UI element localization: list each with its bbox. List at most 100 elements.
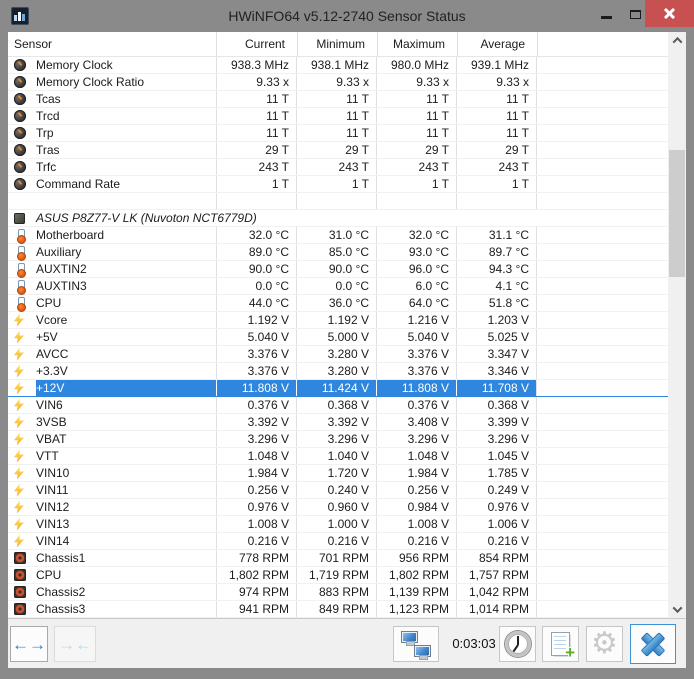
vertical-scrollbar[interactable]: [668, 32, 686, 618]
sensor-label: Trp: [36, 126, 54, 140]
sensor-label: Motherboard: [36, 228, 105, 242]
sensor-row[interactable]: Trcd 11 T 11 T 11 T 11 T: [8, 108, 668, 125]
column-header-maximum[interactable]: Maximum: [377, 32, 457, 56]
column-header-minimum[interactable]: Minimum: [297, 32, 377, 56]
sensor-row[interactable]: VBAT 3.296 V 3.296 V 3.296 V 3.296 V: [8, 431, 668, 448]
value-cell: 11.708 V: [456, 380, 536, 396]
sensor-row[interactable]: Tras 29 T 29 T 29 T 29 T: [8, 142, 668, 159]
sensor-label: AUXTIN2: [36, 262, 87, 276]
remote-monitoring-button[interactable]: [393, 626, 439, 662]
sensor-label: +12V: [36, 380, 216, 396]
scrollbar-thumb[interactable]: [669, 150, 685, 277]
sensor-label: Memory Clock: [36, 58, 113, 72]
value-cell: 11.808 V: [216, 380, 296, 396]
value-cell: 0.256 V: [376, 482, 456, 498]
sensor-label: Tras: [36, 143, 60, 157]
sensor-row[interactable]: CPU 44.0 °C 36.0 °C 64.0 °C 51.8 °C: [8, 295, 668, 312]
sensor-row[interactable]: AVCC 3.376 V 3.280 V 3.376 V 3.347 V: [8, 346, 668, 363]
window-title: HWiNFO64 v5.12-2740 Sensor Status: [228, 8, 466, 24]
value-cell: 1.203 V: [456, 312, 536, 328]
sensor-row[interactable]: AUXTIN2 90.0 °C 90.0 °C 96.0 °C 94.3 °C: [8, 261, 668, 278]
maximize-icon: [629, 9, 641, 19]
value-cell: 243 T: [296, 159, 376, 175]
sensor-label: +3.3V: [36, 364, 68, 378]
bolt-icon: [14, 398, 24, 412]
spacer-row: [8, 193, 668, 210]
gauge-icon: [14, 110, 26, 122]
sensor-row[interactable]: Tcas 11 T 11 T 11 T 11 T: [8, 91, 668, 108]
gauge-icon: [14, 127, 26, 139]
value-cell: 44.0 °C: [216, 295, 296, 311]
column-header-current[interactable]: Current: [216, 32, 297, 56]
value-cell: 1.048 V: [216, 448, 296, 464]
sensor-row[interactable]: Chassis2 974 RPM 883 RPM 1,139 RPM 1,042 RPM: [8, 584, 668, 601]
minimize-button[interactable]: [592, 0, 620, 28]
bolt-icon: [14, 534, 24, 548]
sensor-row[interactable]: Motherboard 32.0 °C 31.0 °C 32.0 °C 31.1 °C: [8, 227, 668, 244]
column-header-average[interactable]: Average: [457, 32, 537, 56]
sensor-row[interactable]: +12V 11.808 V 11.424 V 11.808 V 11.708 V: [8, 380, 668, 397]
bolt-icon: [14, 483, 24, 497]
value-cell: 5.025 V: [456, 329, 536, 345]
value-cell: 938.1 MHz: [296, 57, 376, 73]
sensor-row[interactable]: CPU 1,802 RPM 1,719 RPM 1,802 RPM 1,757 RPM: [8, 567, 668, 584]
value-cell: 3.392 V: [216, 414, 296, 430]
chevron-down-icon: [672, 603, 682, 614]
scroll-down-button[interactable]: [668, 601, 686, 618]
sensor-row[interactable]: Memory Clock Ratio 9.33 x 9.33 x 9.33 x 9.33…: [8, 74, 668, 91]
sensor-row[interactable]: VIN11 0.256 V 0.240 V 0.256 V 0.249 V: [8, 482, 668, 499]
sensor-row[interactable]: Trfc 243 T 243 T 243 T 243 T: [8, 159, 668, 176]
value-cell: 0.249 V: [456, 482, 536, 498]
sensor-row[interactable]: VIN13 1.008 V 1.000 V 1.008 V 1.006 V: [8, 516, 668, 533]
sensor-row[interactable]: VIN6 0.376 V 0.368 V 0.376 V 0.368 V: [8, 397, 668, 414]
value-cell: 1.984 V: [376, 465, 456, 481]
sensor-row[interactable]: VIN14 0.216 V 0.216 V 0.216 V 0.216 V: [8, 533, 668, 550]
value-cell: 11 T: [216, 108, 296, 124]
sensor-row[interactable]: Trp 11 T 11 T 11 T 11 T: [8, 125, 668, 142]
sensor-label: 3VSB: [36, 415, 67, 429]
sensor-label: Tcas: [36, 92, 61, 106]
value-cell: 0.984 V: [376, 499, 456, 515]
gauge-icon: [14, 59, 26, 71]
value-cell: 854 RPM: [456, 550, 536, 566]
value-cell: 3.392 V: [296, 414, 376, 430]
close-button[interactable]: [645, 0, 694, 27]
titlebar[interactable]: HWiNFO64 v5.12-2740 Sensor Status: [0, 0, 694, 32]
value-cell: 11 T: [456, 108, 536, 124]
value-cell: 11 T: [296, 125, 376, 141]
sensor-row[interactable]: Vcore 1.192 V 1.192 V 1.216 V 1.203 V: [8, 312, 668, 329]
sensor-label: CPU: [36, 296, 62, 310]
value-cell: 36.0 °C: [296, 295, 376, 311]
arrows-out-icon: ←→: [12, 634, 46, 654]
sensor-label: Command Rate: [36, 177, 121, 191]
column-header-sensor[interactable]: Sensor: [8, 32, 216, 56]
expand-columns-button[interactable]: ←→: [10, 626, 48, 662]
section-header-row[interactable]: ASUS P8Z77-V LK (Nuvoton NCT6779D): [8, 210, 668, 227]
bolt-icon: [14, 347, 24, 361]
sensor-row[interactable]: Chassis3 941 RPM 849 RPM 1,123 RPM 1,014 RPM: [8, 601, 668, 618]
sensor-row[interactable]: VIN12 0.976 V 0.960 V 0.984 V 0.976 V: [8, 499, 668, 516]
sensor-row[interactable]: Chassis1 778 RPM 701 RPM 956 RPM 854 RPM: [8, 550, 668, 567]
scroll-up-button[interactable]: [668, 32, 686, 49]
value-cell: 1.984 V: [216, 465, 296, 481]
value-cell: 90.0 °C: [216, 261, 296, 277]
sensor-row[interactable]: AUXTIN3 0.0 °C 0.0 °C 6.0 °C 4.1 °C: [8, 278, 668, 295]
close-sensors-button[interactable]: [630, 624, 676, 664]
value-cell: 90.0 °C: [296, 261, 376, 277]
sensor-row[interactable]: Command Rate 1 T1 T1 T1 T: [8, 176, 668, 193]
add-report-button[interactable]: [542, 626, 579, 663]
sensor-label: Trcd: [36, 109, 60, 123]
sensor-row[interactable]: +3.3V 3.376 V 3.280 V 3.376 V 3.346 V: [8, 363, 668, 380]
sensor-row[interactable]: Memory Clock 938.3 MHz 938.1 MHz 980.0 MHz 9…: [8, 57, 668, 74]
logging-clock-button[interactable]: [499, 626, 536, 662]
value-cell: 96.0 °C: [376, 261, 456, 277]
column-header-filler: [537, 32, 668, 56]
sensor-label: VIN10: [36, 466, 70, 480]
value-cell: 11 T: [296, 108, 376, 124]
sensor-row[interactable]: VIN10 1.984 V 1.720 V 1.984 V 1.785 V: [8, 465, 668, 482]
sensor-row[interactable]: VTT 1.048 V 1.040 V 1.048 V 1.045 V: [8, 448, 668, 465]
sensor-row[interactable]: +5V 5.040 V 5.000 V 5.040 V 5.025 V: [8, 329, 668, 346]
sensor-label: +5V: [36, 330, 58, 344]
sensor-row[interactable]: Auxiliary 89.0 °C 85.0 °C 93.0 °C 89.7 °C: [8, 244, 668, 261]
sensor-row[interactable]: 3VSB 3.392 V 3.392 V 3.408 V 3.399 V: [8, 414, 668, 431]
